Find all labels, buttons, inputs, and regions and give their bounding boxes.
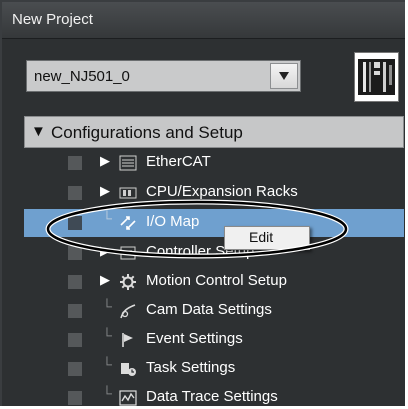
tree-item-label: CPU/Expansion Racks bbox=[146, 183, 298, 200]
tree-item-marker bbox=[68, 333, 82, 347]
controller-device-icon[interactable] bbox=[354, 52, 399, 102]
tree-item-motion-control-setup[interactable]: ▶ Motion Control Setup bbox=[24, 268, 404, 296]
tree-item-marker bbox=[68, 304, 82, 318]
tree-item-io-map[interactable]: └ I/O Map bbox=[24, 209, 404, 237]
tree-item-marker bbox=[68, 216, 82, 230]
tree-item-marker bbox=[68, 275, 82, 289]
cpu-rack-icon bbox=[119, 187, 137, 199]
expand-arrow-icon[interactable]: ▶ bbox=[100, 153, 110, 169]
gear-icon bbox=[120, 274, 136, 290]
tree-connector-line: └ bbox=[102, 210, 112, 226]
expand-arrow-icon[interactable]: ▶ bbox=[100, 243, 110, 259]
chevron-down-icon bbox=[279, 72, 289, 80]
tree-item-marker bbox=[68, 156, 82, 170]
tree-item-event-settings[interactable]: └ Event Settings bbox=[24, 326, 404, 354]
tree-item-cpu-expansion-racks[interactable]: ▶ CPU/Expansion Racks bbox=[24, 179, 404, 207]
tree-item-task-settings[interactable]: └ Task Settings bbox=[24, 355, 404, 383]
tree-item-label: Task Settings bbox=[146, 359, 236, 376]
tree-item-marker bbox=[68, 362, 82, 376]
tree-item-label: Data Trace Settings bbox=[146, 388, 278, 405]
tree-connector-line: └ bbox=[102, 385, 112, 401]
task-icon bbox=[121, 363, 136, 376]
cam-icon bbox=[120, 304, 136, 319]
tree-item-marker bbox=[68, 186, 82, 200]
context-menu-item-edit[interactable]: Edit bbox=[249, 229, 273, 245]
tree-item-label: Event Settings bbox=[146, 330, 243, 347]
ethercat-icon bbox=[119, 155, 137, 171]
trace-icon bbox=[119, 390, 137, 406]
section-label: Configurations and Setup bbox=[51, 123, 243, 142]
flag-icon bbox=[122, 333, 133, 347]
tree-item-controller-setup[interactable]: ▶ Controller Setup bbox=[24, 239, 404, 267]
panel-title: New Project bbox=[12, 11, 93, 28]
context-menu: Edit bbox=[224, 226, 310, 250]
tree-item-label: EtherCAT bbox=[146, 153, 211, 170]
tree-item-data-trace-settings[interactable]: └ Data Trace Settings bbox=[24, 384, 404, 406]
tree-connector-line: └ bbox=[102, 327, 112, 343]
device-select[interactable]: new_NJ501_0 bbox=[26, 60, 301, 92]
collapse-triangle-icon[interactable]: ▼ bbox=[31, 123, 46, 140]
dropdown-button[interactable] bbox=[270, 63, 298, 89]
configurations-and-setup-header[interactable]: ▼ Configurations and Setup bbox=[24, 116, 404, 148]
plc-icon bbox=[358, 59, 395, 95]
tree-item-marker bbox=[68, 391, 82, 405]
tree-connector-line: └ bbox=[102, 298, 112, 314]
tree-item-label: Motion Control Setup bbox=[146, 272, 287, 289]
tree-item-cam-data-settings[interactable]: └ Cam Data Settings bbox=[24, 297, 404, 325]
tree-item-marker bbox=[68, 246, 82, 260]
panel-titlebar: New Project bbox=[2, 2, 405, 39]
expand-arrow-icon[interactable]: ▶ bbox=[100, 272, 110, 288]
controller-setup-icon bbox=[120, 246, 136, 260]
tree-item-label: I/O Map bbox=[146, 213, 200, 230]
tree-item-ethercat[interactable]: ▶ EtherCAT bbox=[24, 149, 404, 177]
expand-arrow-icon[interactable]: ▶ bbox=[100, 183, 110, 199]
tree-item-label: Cam Data Settings bbox=[146, 301, 272, 318]
io-map-icon bbox=[120, 216, 136, 230]
device-select-value: new_NJ501_0 bbox=[34, 68, 130, 85]
multiview-explorer-panel: New Project new_NJ501_0 ▼ Configurations… bbox=[0, 0, 405, 406]
tree-connector-line: └ bbox=[102, 356, 112, 372]
